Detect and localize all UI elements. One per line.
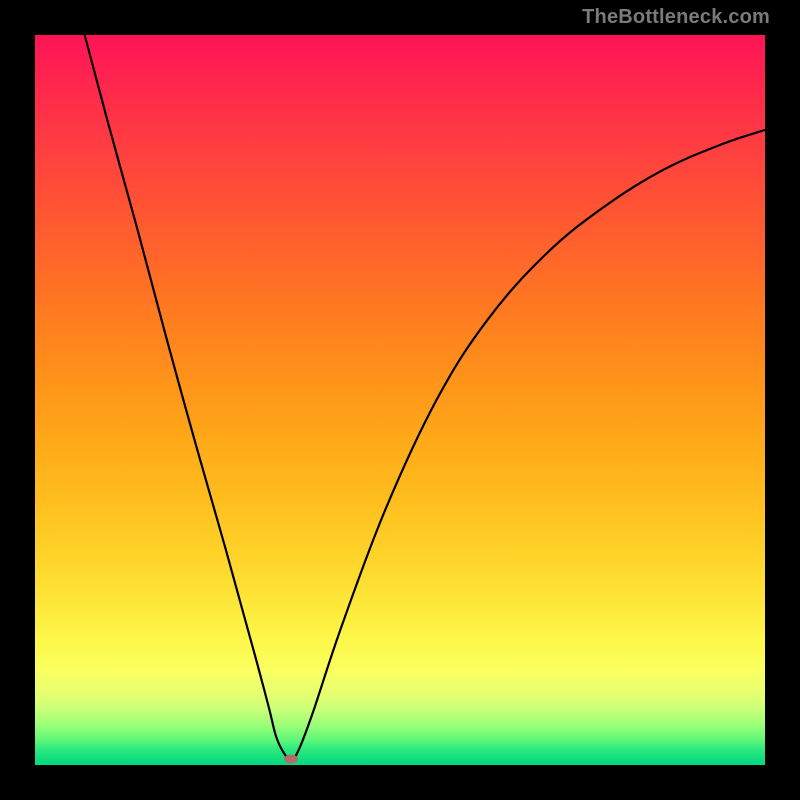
curve-line [85,35,765,759]
curve-layer [35,35,765,765]
marker-dot [284,755,298,764]
chart-stage: TheBottleneck.com [0,0,800,800]
watermark-text: TheBottleneck.com [582,6,770,29]
plot-area [35,35,765,765]
